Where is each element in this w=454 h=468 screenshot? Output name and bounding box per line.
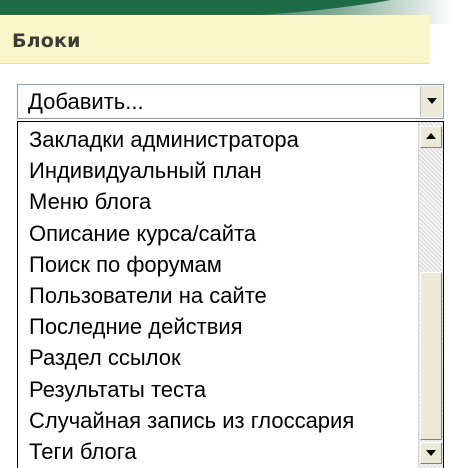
scroll-thumb[interactable] — [420, 272, 442, 440]
list-item[interactable]: Теги блога — [18, 436, 418, 467]
dropdown-arrow-button[interactable] — [420, 86, 442, 117]
block-options-list[interactable]: Закладки администратора Индивидуальный п… — [17, 121, 444, 468]
options-list-items: Закладки администратора Индивидуальный п… — [18, 124, 418, 467]
list-item[interactable]: Индивидуальный план — [18, 155, 418, 186]
list-scrollbar[interactable] — [418, 122, 443, 468]
list-item[interactable]: Закладки администратора — [18, 124, 418, 155]
scroll-down-button[interactable] — [420, 442, 442, 464]
list-item[interactable]: Описание курса/сайта — [18, 218, 418, 249]
list-item[interactable]: Поиск по форумам — [18, 249, 418, 280]
list-item[interactable]: Меню блога — [18, 186, 418, 217]
add-block-select-value: Добавить... — [28, 89, 144, 114]
list-item[interactable]: Раздел ссылок — [18, 342, 418, 373]
blocks-header: Блоки — [0, 15, 430, 64]
add-block-select[interactable]: Добавить... — [17, 84, 444, 119]
list-item[interactable]: Последние действия — [18, 311, 418, 342]
list-item[interactable]: Результаты теста — [18, 374, 418, 405]
list-item[interactable]: Пользователи на сайте — [18, 280, 418, 311]
arrow-up-icon — [426, 133, 436, 139]
arrow-down-icon — [426, 450, 436, 456]
scroll-up-button[interactable] — [420, 126, 442, 148]
page-root: Блоки Добавить... Закладки администратор… — [0, 0, 454, 468]
chevron-down-icon — [427, 98, 437, 104]
list-item[interactable]: Случайная запись из глоссария — [18, 405, 418, 436]
blocks-title: Блоки — [12, 30, 81, 52]
